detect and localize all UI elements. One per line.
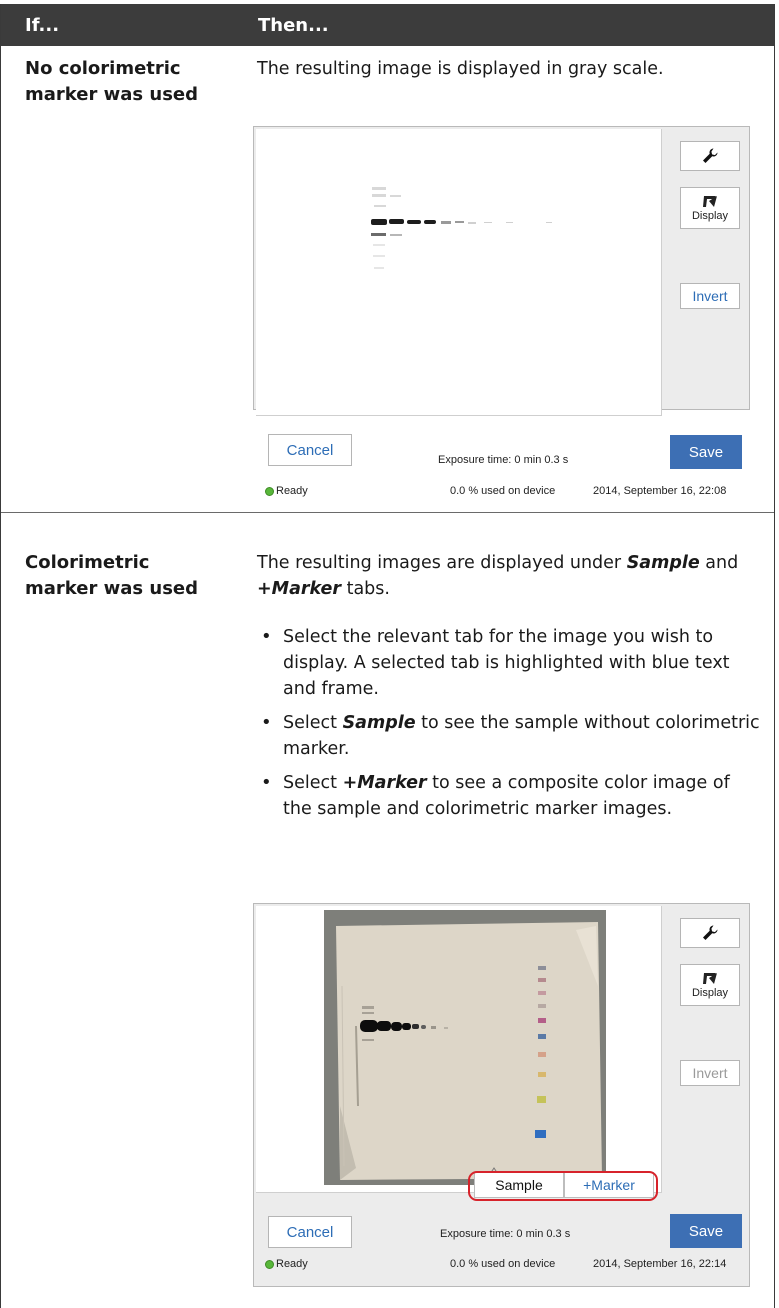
status-dot-icon: [265, 1260, 274, 1269]
text-marker-emph: +Marker: [257, 579, 342, 599]
tabs-highlight-frame: [468, 1171, 658, 1201]
screenshot-grayscale: Display Invert Cancel Exposure time: 0 m…: [253, 126, 750, 497]
exposure-time: Exposure time: 0 min 0.3 s: [440, 1228, 571, 1240]
display-label: Display: [691, 210, 729, 222]
text-part: The resulting images are displayed under: [257, 553, 627, 573]
bullet-text: Select: [283, 713, 343, 733]
device-usage: 0.0 % used on device: [450, 1258, 556, 1270]
exposure-time: Exposure time: 0 min 0.3 s: [438, 454, 569, 466]
text-sample-emph: Sample: [626, 553, 700, 573]
result-grayscale-text: The resulting image is displayed in gray…: [257, 59, 664, 79]
display-icon: [703, 196, 717, 207]
image-area: [256, 906, 662, 1193]
text-part: tabs.: [341, 579, 390, 599]
screenshot-color: Display Invert Sample +Marker Cancel Exp…: [253, 903, 750, 1287]
header-if: If...: [25, 15, 60, 36]
bullet-emph: Sample: [342, 713, 416, 733]
bullet-emph: +Marker: [342, 773, 427, 793]
row-divider: [1, 512, 774, 513]
list-item: Select Sample to see the sample without …: [257, 710, 762, 762]
list-item: Select the relevant tab for the image yo…: [257, 624, 762, 702]
image-area: [256, 129, 662, 416]
condition-marker-used: Colorimetric marker was used: [25, 552, 198, 599]
blot-image-grayscale: [371, 187, 552, 269]
list-item: Select +Marker to see a composite color …: [257, 770, 762, 822]
save-button[interactable]: Save: [670, 1214, 742, 1248]
display-label: Display: [691, 987, 729, 999]
text-part: and: [699, 553, 739, 573]
header-then: Then...: [258, 15, 329, 36]
display-button[interactable]: Display: [680, 964, 740, 1006]
status-text: Ready: [276, 1258, 308, 1270]
wrench-icon: [703, 925, 718, 940]
result-tabs-text: The resulting images are displayed under…: [257, 550, 762, 602]
if-then-table: If... Then... No colorimetric marker was…: [0, 4, 775, 1308]
wrench-icon: [703, 148, 718, 163]
timestamp: 2014, September 16, 22:08: [593, 485, 727, 497]
display-button[interactable]: Display: [680, 187, 740, 229]
invert-button[interactable]: Invert: [680, 1060, 740, 1086]
status-text: Ready: [276, 485, 308, 497]
device-usage: 0.0 % used on device: [450, 485, 556, 497]
cancel-button[interactable]: Cancel: [268, 434, 352, 466]
save-button[interactable]: Save: [670, 435, 742, 469]
condition-no-marker: No colorimetric marker was used: [25, 58, 198, 105]
tools-button[interactable]: [680, 918, 740, 948]
invert-button[interactable]: Invert: [680, 283, 740, 309]
cancel-button[interactable]: Cancel: [268, 1216, 352, 1248]
bullet-text: Select: [283, 773, 343, 793]
blot-image-color: [324, 910, 606, 1185]
instruction-list: Select the relevant tab for the image yo…: [257, 624, 762, 830]
display-icon: [703, 973, 717, 984]
bullet-text: Select the relevant tab for the image yo…: [283, 627, 730, 699]
timestamp: 2014, September 16, 22:14: [593, 1258, 727, 1270]
tools-button[interactable]: [680, 141, 740, 171]
table-header: If... Then...: [1, 4, 774, 46]
status-dot-icon: [265, 487, 274, 496]
